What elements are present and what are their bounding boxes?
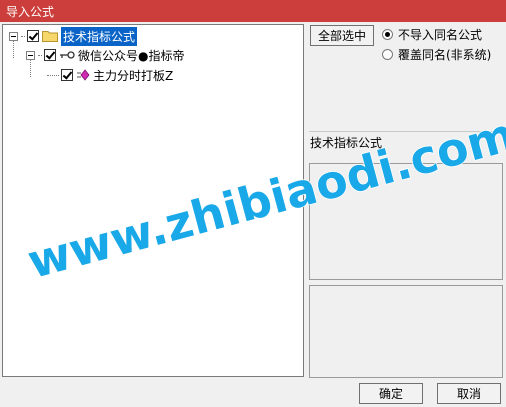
root-label[interactable]: 技术指标公式 — [61, 26, 138, 46]
select-all-button[interactable]: 全部选中 — [310, 25, 374, 46]
tree-node-root[interactable]: 技术指标公式 — [9, 26, 138, 46]
diamond-icon — [77, 69, 90, 81]
collapse-icon[interactable] — [9, 31, 18, 41]
child-label[interactable]: 微信公众号●指标帝 — [78, 47, 184, 64]
cancel-button[interactable]: 取消 — [437, 383, 501, 404]
radio-checked[interactable] — [382, 29, 393, 40]
tree-connector — [38, 54, 42, 56]
radio-unchecked[interactable] — [382, 49, 393, 60]
collapse-icon[interactable] — [26, 50, 35, 60]
overwrite-radio[interactable]: 覆盖同名(非系统) — [382, 46, 491, 63]
formula-params-box[interactable] — [309, 285, 503, 378]
window-title: 导入公式 — [6, 5, 55, 19]
no-import-radio[interactable]: 不导入同名公式 — [382, 26, 482, 43]
formula-name: 技术指标公式 — [310, 136, 383, 150]
ok-button[interactable]: 确定 — [359, 383, 423, 404]
leaf-checkbox[interactable] — [61, 69, 73, 81]
folder-icon — [42, 31, 58, 42]
tree-node-leaf[interactable]: 主力分时打板Z — [47, 66, 173, 84]
formula-name-field: 技术指标公式 — [309, 131, 503, 150]
key-icon — [60, 51, 75, 59]
tree-connector — [47, 74, 59, 76]
title-bar: 导入公式 — [0, 0, 506, 22]
overwrite-label: 覆盖同名(非系统) — [398, 48, 492, 62]
formula-tree[interactable]: 技术指标公式 微信公众号●指标帝 主力分时打板Z — [2, 24, 304, 377]
tree-node-child[interactable]: 微信公众号●指标帝 — [26, 46, 184, 64]
no-import-label: 不导入同名公式 — [398, 28, 483, 42]
child-checkbox[interactable] — [44, 49, 56, 61]
tree-connector — [21, 35, 25, 37]
root-checkbox[interactable] — [27, 30, 39, 42]
formula-description-box[interactable] — [309, 163, 503, 280]
leaf-label[interactable]: 主力分时打板Z — [93, 67, 173, 84]
